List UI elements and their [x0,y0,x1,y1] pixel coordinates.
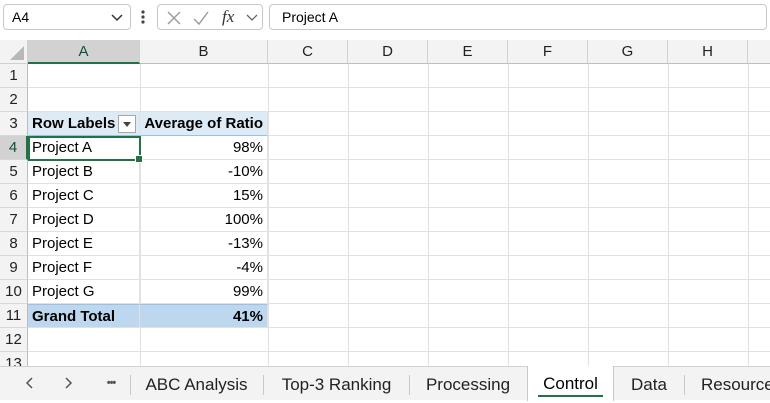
pivot-row-value[interactable]: 98% [140,136,268,160]
pivot-row-label[interactable]: Project D [28,208,140,232]
pivot-row-value[interactable]: -10% [140,160,268,184]
chevron-down-icon[interactable] [110,9,124,32]
pivot-header-value[interactable]: Average of Ratio [140,112,268,136]
pivot-row-label[interactable]: Project C [28,184,140,208]
sheet-tab-bar: ••• ABC Analysis Top-3 Ranking Processin… [0,366,770,401]
pivot-row-value[interactable]: 15% [140,184,268,208]
more-sheets-button[interactable]: ••• [99,373,123,393]
row-header-12[interactable]: 12 [0,328,28,352]
insert-function-button[interactable]: fx [222,7,234,27]
row-header-11[interactable]: 11 [0,304,28,328]
row-header-3[interactable]: 3 [0,112,28,136]
tab-resources[interactable]: Resources [685,367,770,400]
pivot-row-label[interactable]: Project B [28,160,140,184]
tab-control-label: Control [543,374,598,393]
formula-value: Project A [282,9,339,25]
name-box-value: A4 [12,9,30,25]
column-header-b[interactable]: B [140,40,268,64]
spreadsheet-grid[interactable]: A B C D E F G H 1 2 3 4 5 6 7 8 9 10 11 … [0,40,770,366]
pivot-row-value[interactable]: -13% [140,232,268,256]
column-header-d[interactable]: D [348,40,428,64]
chevron-right-icon[interactable] [58,373,78,393]
column-header-a[interactable]: A [28,40,140,64]
select-all-corner[interactable] [0,40,28,64]
pivot-grand-total-value[interactable]: 41% [140,304,268,328]
tab-control[interactable]: Control [527,366,614,401]
tab-processing[interactable]: Processing [410,367,526,400]
pivot-row-value[interactable]: 100% [140,208,268,232]
column-header-h[interactable]: H [668,40,748,64]
chevron-down-icon[interactable] [246,11,258,25]
enter-icon[interactable] [192,10,210,26]
name-box[interactable]: A4 [3,4,131,30]
tab-abc-analysis[interactable]: ABC Analysis [131,367,262,400]
tab-data[interactable]: Data [615,367,683,400]
row-header-4[interactable]: 4 [0,136,28,160]
pivot-row-label[interactable]: Project G [28,280,140,304]
pivot-row-label[interactable]: Project F [28,256,140,280]
pivot-row-label[interactable]: Project A [28,136,140,160]
pivot-row-label[interactable]: Project E [28,232,140,256]
active-tab-indicator [538,395,603,397]
column-header-c[interactable]: C [268,40,348,64]
row-header-2[interactable]: 2 [0,88,28,112]
pivot-row-value[interactable]: 99% [140,280,268,304]
row-header-6[interactable]: 6 [0,184,28,208]
row-header-7[interactable]: 7 [0,208,28,232]
column-header-e[interactable]: E [428,40,508,64]
pivot-row-value[interactable]: -4% [140,256,268,280]
row-header-13[interactable]: 13 [0,352,28,366]
formula-input[interactable]: Project A [269,4,767,30]
filter-dropdown-icon [123,122,131,127]
row-labels-filter-button[interactable] [118,115,136,133]
row-header-9[interactable]: 9 [0,256,28,280]
formula-controls: fx [157,4,263,30]
formula-bar: A4 fx Project A [0,0,770,36]
chevron-left-icon[interactable] [20,373,40,393]
column-header-g[interactable]: G [588,40,668,64]
tab-top-3-ranking[interactable]: Top-3 Ranking [264,367,409,400]
row-header-8[interactable]: 8 [0,232,28,256]
column-header-f[interactable]: F [508,40,588,64]
cancel-icon[interactable] [166,10,182,26]
row-header-1[interactable]: 1 [0,64,28,88]
more-options-icon[interactable] [138,6,148,28]
pivot-grand-total-label[interactable]: Grand Total [28,304,140,328]
row-header-5[interactable]: 5 [0,160,28,184]
column-header-i[interactable] [748,40,770,64]
row-header-10[interactable]: 10 [0,280,28,304]
